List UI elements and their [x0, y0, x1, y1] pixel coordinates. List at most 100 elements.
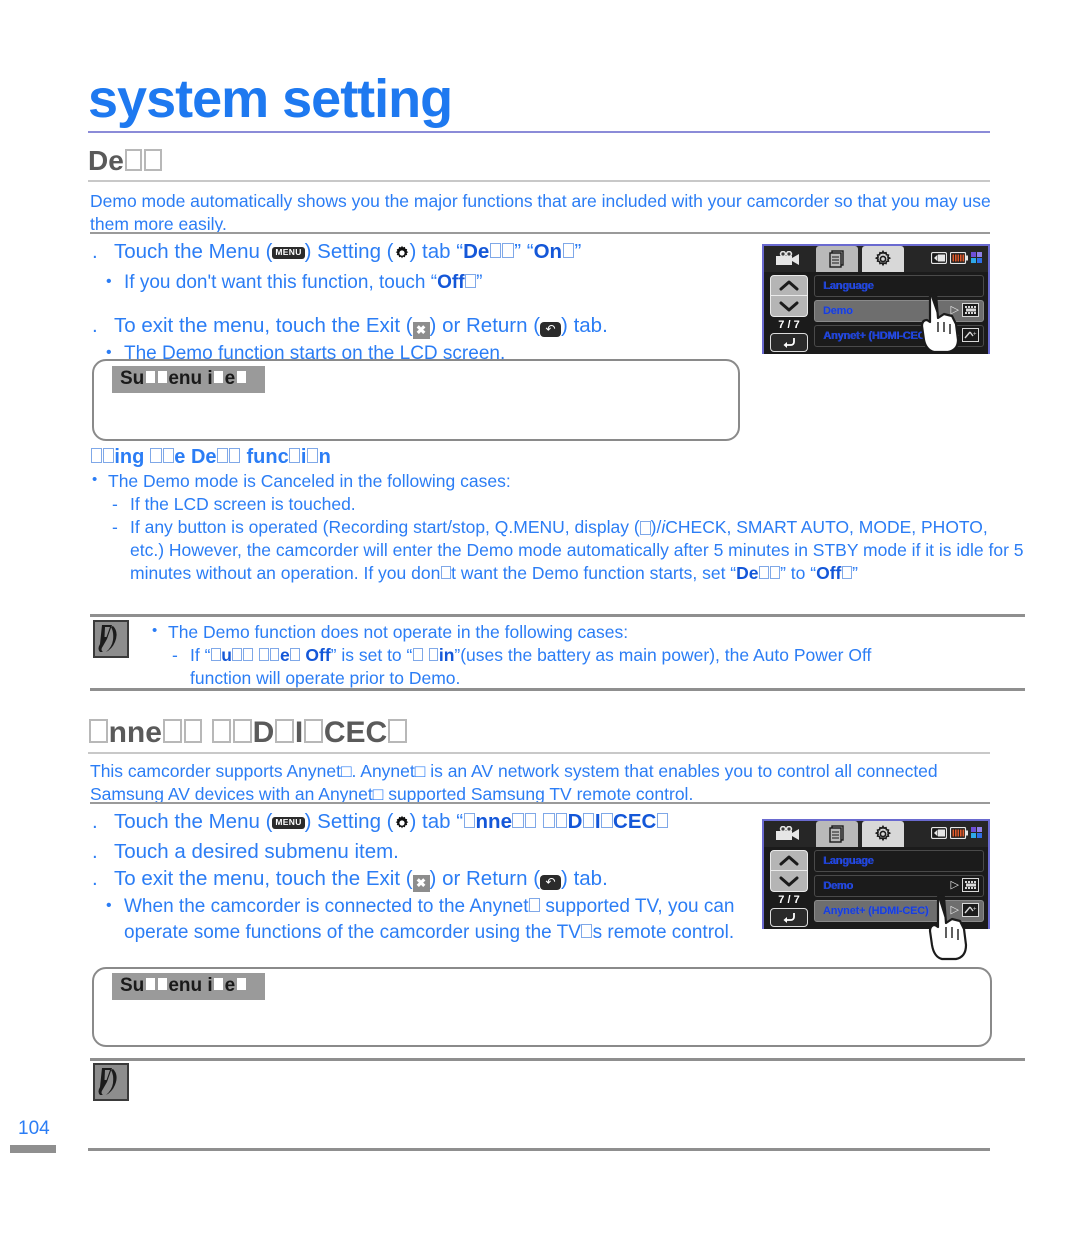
memory-card-icon	[930, 251, 948, 269]
lcd-main-area: 7 / 7 Language Demo ▷ Anynet+ (HDMI-CEC)	[764, 847, 988, 961]
signal-indicator-icon	[971, 251, 983, 269]
menu-row-language[interactable]: Language	[814, 275, 984, 297]
missing-glyph-icon	[247, 369, 259, 385]
missing-glyph-icon	[412, 648, 423, 662]
page-number: 104	[18, 1118, 50, 1139]
menu-button-icon: MENU	[272, 816, 305, 829]
submenu-label-part2: enu i	[168, 975, 213, 996]
missing-glyph-icon	[144, 148, 162, 172]
return-button[interactable]	[770, 333, 808, 352]
missing-glyph-icon	[156, 369, 168, 385]
menu-row-demo[interactable]: Demo ▷	[814, 875, 984, 897]
missing-glyph-icon	[290, 648, 301, 662]
anynet-step-2: . Touch a desired submenu item.	[92, 838, 772, 865]
step-2-number: .	[92, 314, 98, 337]
anynet-step-1-kw4: CEC	[613, 810, 657, 833]
submenu-items-label-anynet: Su enu i e	[112, 973, 266, 1000]
menu-row-language[interactable]: Language	[814, 850, 984, 872]
canceled-item-1: If the LCD screen is touched.	[90, 493, 1025, 516]
menu-row-language-label: Language	[823, 280, 874, 292]
menu-row-language-label: Language	[823, 855, 874, 867]
menu-row-demo-controls: ▷	[951, 878, 979, 892]
anynet-heading-part2: D	[252, 716, 275, 749]
scroll-up-button[interactable]	[770, 850, 808, 871]
note-kw-off: Off	[305, 645, 331, 665]
note-box-demo: The Demo function does not operate in th…	[150, 619, 1025, 690]
section-heading-demo: De	[88, 145, 163, 177]
step-2-post: ) tab.	[561, 314, 608, 337]
page-title: system setting	[88, 69, 453, 129]
scroll-down-button[interactable]	[770, 871, 808, 892]
keyword-off: Off	[437, 272, 465, 293]
scroll-down-button[interactable]	[770, 296, 808, 317]
missing-glyph-icon	[841, 566, 852, 580]
submenu-items-label-demo: Su enu i e	[112, 366, 266, 393]
step-2-pre: To exit the menu, touch the Exit (	[114, 314, 413, 337]
menu-row-anynet[interactable]: Anynet+ (HDMI-CEC) ▷ +	[814, 325, 984, 347]
missing-glyph-icon	[258, 648, 269, 662]
settings-tab-icon[interactable]	[862, 821, 904, 847]
step-1-keyword-demo: De	[463, 240, 490, 263]
missing-glyph-icon	[144, 976, 156, 992]
submenu-label-part1: Su	[120, 368, 145, 389]
missing-glyph-icon	[428, 648, 439, 662]
lcd-status-icons	[930, 826, 983, 844]
missing-glyph-icon	[210, 648, 221, 662]
anynet-step-3: . To exit the menu, touch the Exit (✖) or…	[92, 865, 772, 892]
demo-canceled-list: The Demo mode is Canceled in the followi…	[90, 468, 1025, 585]
missing-glyph-icon	[555, 812, 568, 829]
lcd-status-icons	[930, 251, 983, 269]
return-icon: ↶	[540, 322, 562, 337]
step-1-substep: If you don't want this function, touch “…	[92, 269, 752, 296]
note-divider-top	[90, 614, 1025, 617]
note-pencil-icon	[93, 620, 129, 658]
missing-glyph-icon	[247, 976, 259, 992]
file-tab-icon[interactable]	[816, 821, 858, 847]
step-1-mid3: ” “	[514, 240, 534, 263]
play-arrow-icon: ▷	[950, 328, 959, 341]
lcd-preview-anynet: 7 / 7 Language Demo ▷ Anynet+ (HDMI-CEC)	[762, 819, 990, 961]
canceled-item-2: If any button is operated (Recording sta…	[90, 516, 1025, 585]
using-demo-function-heading: ing e De func i n	[90, 446, 331, 469]
page-indicator: 7 / 7	[778, 894, 800, 906]
demo-badge-icon	[962, 878, 979, 892]
menu-row-anynet-controls: ▷ +	[951, 903, 979, 917]
anynet-step-3-post: ) tab.	[561, 867, 608, 890]
missing-glyph-icon	[489, 242, 502, 259]
missing-glyph-icon	[229, 448, 241, 464]
menu-row-anynet-label: Anynet+ (HDMI-CEC)	[823, 330, 929, 342]
missing-glyph-icon	[465, 273, 476, 289]
lcd-preview-demo: 7 / 7 Language Demo ▷ Anynet+ (HDMI-CEC)	[762, 244, 990, 354]
missing-glyph-icon	[90, 448, 102, 464]
lcd-nav-column	[770, 275, 808, 317]
missing-glyph-icon	[306, 448, 319, 464]
missing-glyph-icon	[562, 242, 575, 259]
lcd-menu-rows: Language Demo ▷ Anynet+ (HDMI-CEC) ▷ +	[814, 275, 984, 350]
note-kw-power-e: e	[279, 645, 290, 665]
menu-row-anynet[interactable]: Anynet+ (HDMI-CEC) ▷ +	[814, 900, 984, 922]
page-indicator: 7 / 7	[778, 319, 800, 331]
camcorder-tab-icon[interactable]	[768, 246, 812, 272]
menu-row-demo[interactable]: Demo ▷	[814, 300, 984, 322]
keyword-off: Off	[816, 563, 842, 583]
note-line-3: function will operate prior to Demo.	[190, 668, 461, 688]
battery-icon	[949, 826, 968, 844]
using-heading-part1: ing	[114, 446, 150, 468]
submenu-label-part3: e	[224, 368, 236, 389]
step-1-number: .	[92, 240, 98, 263]
svg-text:+: +	[973, 332, 977, 338]
scroll-up-button[interactable]	[770, 275, 808, 296]
using-heading-part5: n	[318, 446, 331, 468]
menu-row-anynet-label: Anynet+ (HDMI-CEC)	[823, 905, 929, 917]
anynet-step-1-kw2: D	[567, 810, 583, 833]
file-tab-icon[interactable]	[816, 246, 858, 272]
missing-glyph-icon	[233, 719, 252, 744]
title-divider	[88, 131, 990, 133]
section-divider-anynet	[88, 752, 990, 754]
anynet-step-1-pre: Touch the Menu (	[114, 810, 273, 833]
settings-tab-icon[interactable]	[862, 246, 904, 272]
camcorder-tab-icon[interactable]	[768, 821, 812, 847]
gear-icon	[394, 241, 410, 268]
anynet-step-1-number: .	[92, 810, 98, 833]
return-button[interactable]	[770, 908, 808, 927]
